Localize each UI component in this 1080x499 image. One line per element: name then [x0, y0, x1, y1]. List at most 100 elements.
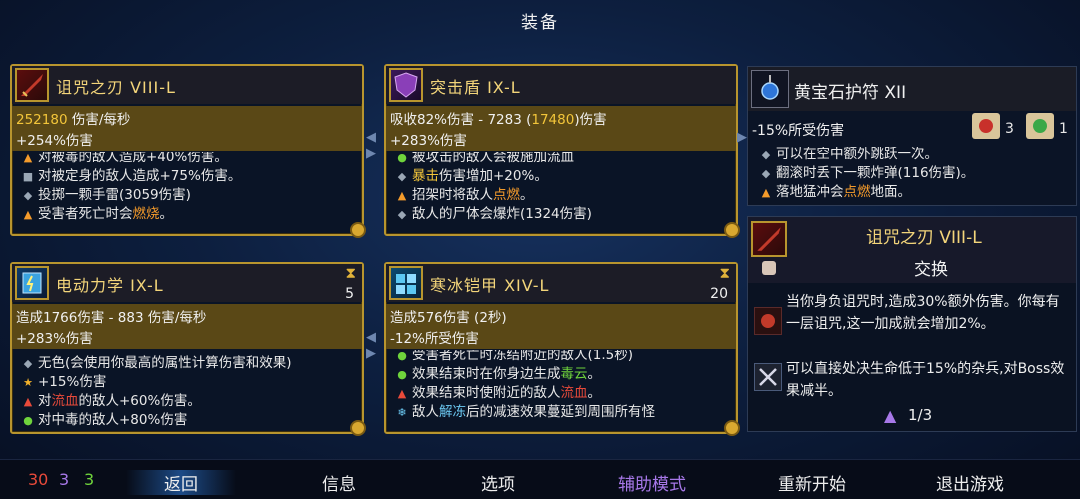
poison-icon: ● [23, 414, 33, 427]
compare-header: 诅咒之刃 VIII-L 交换 [748, 217, 1076, 283]
swap-arrow-icon: ◀ [366, 330, 376, 345]
flame-icon: ▲ [23, 152, 33, 164]
flame-icon: ▲ [397, 189, 407, 202]
diamond-icon: ◆ [23, 357, 33, 370]
effect-text: 翻滚时丢下一颗炸弹(116伤害)。 [776, 165, 975, 181]
damage-bonus: +254%伤害 [16, 133, 93, 149]
poison-icon: ● [397, 368, 407, 381]
card-corner-ornament [350, 420, 366, 436]
restart-button[interactable]: 重新开始 [778, 470, 846, 495]
effect-text: 。 [159, 206, 174, 222]
effect-row: ◆ 敌人的尸体会爆炸(1324伤害) [396, 202, 592, 222]
effect-keyword: 点燃 [493, 187, 520, 203]
flame-icon: ▲ [23, 208, 33, 221]
quit-game-button[interactable]: 退出游戏 [936, 470, 1004, 495]
item-header: 寒冰铠甲 XIV-L ⧗ 20 [386, 264, 736, 302]
compare-effect-text: 当你身负诅咒时,造成30%额外伤害。你每有一层诅咒,这一加成就会增加2%。 [786, 294, 1060, 332]
item-header: 诅咒之刃 VIII-L [12, 66, 362, 104]
effect-row: ▲ 招架时将敌人点燃。 [396, 183, 534, 203]
ice-armor-icon [389, 266, 423, 300]
swap-compare-card[interactable]: 诅咒之刃 VIII-L 交换 当你身负诅咒时,造成30%额外伤害。你每有一层诅咒… [747, 216, 1077, 432]
assist-mode-button[interactable]: 辅助模式 [618, 470, 686, 495]
item-name: 诅咒之刃 VIII-L [56, 78, 176, 97]
item-header: 突击盾 IX-L [386, 66, 736, 104]
effect-list: ◆ 可以在空中额外跳跃一次。 ◆ 翻滚时丢下一颗炸弹(116伤害)。 ▲ 落地猛冲会点… [748, 147, 1076, 205]
effect-row: ▲ 效果结束时使附近的敌人流血。 [396, 381, 601, 401]
diamond-icon: ◆ [761, 167, 771, 180]
effect-list: ▲ 对被毒的敌人造成+40%伤害。 ■ 对被定身的敌人造成+75%伤害。 ◆ 投掷一颗… [12, 152, 362, 232]
poison-icon: ● [397, 350, 407, 362]
dps-value: 252180 [16, 112, 68, 128]
amulet-icon [751, 70, 789, 108]
page-title: 装备 [521, 13, 559, 33]
compare-item-name: 诅咒之刃 VIII-L [866, 228, 982, 248]
damage-bonus: +283%伤害 [390, 133, 467, 149]
curse-icon [754, 307, 782, 335]
swap-arrow-icon: ◀ [366, 130, 376, 145]
effect-row: ◆ 翻滚时丢下一颗炸弹(116伤害)。 [760, 161, 975, 181]
effect-row: ◆ 无色(会使用你最高的属性计算伤害和效果) [22, 351, 292, 371]
absorb-text: 吸收82%伤害 - 7283 ( [390, 112, 532, 128]
effect-row: ★ +15%伤害 [22, 370, 106, 390]
swap-arrow-icon: ▶ [737, 130, 747, 145]
effect-text: 。 [587, 385, 602, 401]
effect-text: 招架时将敌人 [412, 187, 493, 203]
effect-row: ● 对中毒的敌人+80%伤害 [22, 408, 187, 428]
options-button[interactable]: 选项 [481, 470, 515, 495]
item-name: 寒冰铠甲 XIV-L [430, 276, 550, 295]
item-card-electrodynamics[interactable]: 电动力学 IX-L ⧗ 5 造成1766伤害 - 883 伤害/每秒 +283%… [10, 262, 366, 436]
back-button[interactable]: 返回 [126, 470, 236, 495]
cursed-sword-icon [15, 68, 49, 102]
parry-damage-value: 17480 [531, 112, 575, 128]
effect-keyword: 燃烧 [132, 206, 160, 222]
effect-row: ● 效果结束时在你身边生成毒云。 [396, 362, 601, 382]
star-icon: ★ [23, 376, 33, 389]
absorb-text-end: )伤害 [574, 112, 607, 128]
tier-count: 1/3 [908, 406, 933, 424]
item-name: 黄宝石护符 XII [794, 83, 907, 103]
crossed-swords-icon [754, 363, 782, 391]
item-card-assault-shield[interactable]: 突击盾 IX-L 吸收82%伤害 - 7283 (17480)伤害 +283%伤… [384, 64, 740, 238]
item-card-amulet[interactable]: 黄宝石护符 XII -15%所受伤害 3 1 ◆ 可以在空中额外跳跃一次。 ◆ 翻滚… [747, 66, 1077, 206]
effect-text: 效果结束时使附近的敌人 [412, 385, 561, 401]
survival-scroll-icon [1026, 113, 1054, 139]
dps-unit: 伤害/每秒 [67, 112, 131, 128]
item-header: 黄宝石护符 XII [748, 67, 1076, 111]
diamond-icon: ◆ [23, 189, 33, 202]
card-corner-ornament [350, 222, 366, 238]
effect-list: ● 被攻击的敌人会被施加流血 ◆ 暴击伤害增加+20%。 ▲ 招架时将敌人点燃。 ◆ 敌… [386, 152, 736, 232]
item-stats: 252180 伤害/每秒 +254%伤害 [12, 106, 362, 151]
effect-text: 可以在空中额外跳跃一次。 [776, 147, 938, 162]
effect-text: 后的减速效果蔓延到周围所有怪 [466, 404, 655, 420]
cooldown-value: 20 [710, 286, 728, 302]
hourglass-icon: ⧗ [719, 264, 730, 282]
effect-text: 对被定身的敌人造成+75%伤害。 [38, 168, 242, 184]
bottom-menu-bar: 30 3 3 返回 信息 选项 辅助模式 重新开始 退出游戏 [0, 459, 1080, 499]
shield-icon [389, 68, 423, 102]
survival-stat: 3 [84, 470, 95, 489]
brutality-stat: 30 [28, 470, 49, 489]
effect-text: 效果结束时在你身边生成 [412, 366, 561, 382]
info-button[interactable]: 信息 [322, 470, 356, 495]
item-stats: 造成576伤害 (2秒) -12%所受伤害 [386, 304, 736, 349]
hourglass-icon: ⧗ [345, 264, 356, 282]
effect-text: 。 [587, 366, 602, 382]
bleed-icon: ▲ [397, 387, 407, 400]
effect-text: 投掷一颗手雷(3059伤害) [38, 187, 191, 203]
poison-icon: ● [397, 152, 407, 164]
item-card-cursed-sword[interactable]: 诅咒之刃 VIII-L 252180 伤害/每秒 +254%伤害 ▲ 对被毒的敌人… [10, 64, 366, 238]
card-corner-ornament [724, 222, 740, 238]
effect-row: ▲ 受害者死亡时会燃烧。 [22, 202, 173, 222]
diamond-icon: ◆ [397, 170, 407, 183]
effect-row: ▲ 对流血的敌人+60%伤害。 [22, 389, 201, 409]
card-corner-ornament [724, 420, 740, 436]
swap-arrow-icon: ▶ [366, 146, 376, 161]
swap-arrow-icon: ▶ [366, 346, 376, 361]
effect-keyword: 流血 [560, 385, 588, 401]
effect-keyword: 毒云 [560, 366, 588, 382]
item-header: 电动力学 IX-L ⧗ 5 [12, 264, 362, 302]
item-stats: 吸收82%伤害 - 7283 (17480)伤害 +283%伤害 [386, 106, 736, 151]
effect-text: 对中毒的敌人+80%伤害 [38, 412, 188, 428]
item-card-ice-armor[interactable]: 寒冰铠甲 XIV-L ⧗ 20 造成576伤害 (2秒) -12%所受伤害 ● 受… [384, 262, 740, 436]
swap-action-label[interactable]: 交换 [914, 255, 948, 280]
